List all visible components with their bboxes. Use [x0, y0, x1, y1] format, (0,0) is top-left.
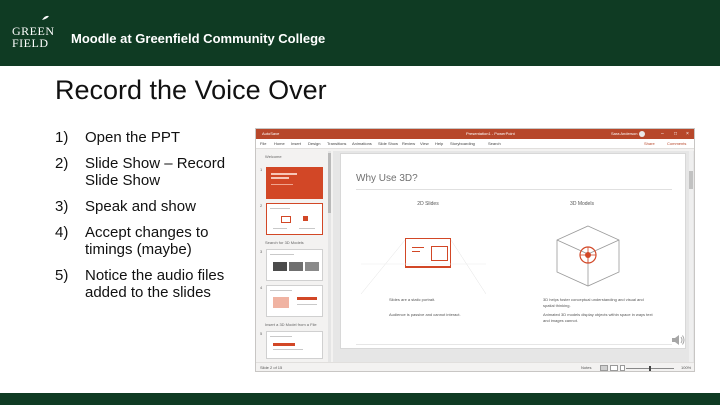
- slide-thumbnail-selected: [266, 203, 323, 235]
- logo-leaf-icon: [42, 15, 49, 20]
- step-text: Notice the audio files added to the slid…: [85, 267, 225, 301]
- page-title: Record the Voice Over: [55, 75, 327, 105]
- list-item: 4) Accept changes to timings (maybe): [55, 224, 240, 258]
- header-band: GREEN FIELD Moodle at Greenfield Communi…: [0, 0, 720, 66]
- slide-title-rule: [356, 189, 672, 190]
- col2-text-2: Animated 3D models display objects withi…: [543, 312, 653, 323]
- ppt-share-label: Share: [644, 141, 655, 146]
- thumb-section-label: Welcome: [265, 154, 282, 159]
- ppt-tab-home: Home: [274, 141, 285, 146]
- slide-thumbnail: [266, 331, 323, 359]
- ppt-thumbnail-pane: Welcome 1 2 Search for 3D Models 3 4 Ins…: [258, 151, 328, 362]
- speaker-icon: [672, 335, 685, 345]
- ppt-file-name: Presentation1 - PowerPoint: [466, 131, 515, 136]
- minimize-icon: –: [661, 131, 664, 137]
- ppt-tab-design: Design: [308, 141, 321, 146]
- step-number: 5): [55, 267, 69, 284]
- col2-text-1: 3D helps foster conceptual understanding…: [543, 297, 644, 308]
- header-title: Moodle at Greenfield Community College: [71, 31, 326, 46]
- ppt-comments-label: Comments: [667, 141, 687, 146]
- step-text: Open the PPT: [85, 129, 181, 146]
- logo-line-2: FIELD: [12, 36, 49, 50]
- ppt-tab-file: File: [260, 141, 267, 146]
- thumb-section-label: Insert a 3D Model from a File: [265, 322, 317, 327]
- cube-3d-icon: [556, 225, 620, 287]
- ppt-ribbon-tabs: File Home Insert Design Transitions Anim…: [256, 139, 694, 149]
- maximize-icon: □: [674, 131, 678, 137]
- thumb-section-label: Search for 3D Models: [265, 240, 304, 245]
- avatar: [639, 131, 645, 137]
- ppt-tab-storyboarding: Storyboarding: [450, 141, 475, 146]
- list-item: 1) Open the PPT: [55, 129, 240, 146]
- thumb-number: 3: [260, 249, 263, 254]
- ppt-tab-transitions: Transitions: [327, 141, 347, 146]
- thumb-number: 1: [260, 167, 263, 172]
- ppt-status-bar: Slide 2 of 15 Notes 100%: [256, 362, 694, 371]
- slide-thumbnail: [266, 167, 323, 199]
- thumb-number: 5: [260, 331, 263, 336]
- current-slide: Why Use 3D? 2D Slides 3D Models Slides a…: [340, 153, 686, 349]
- list-item: 3) Speak and show: [55, 198, 240, 215]
- ppt-tab-review: Review: [402, 141, 416, 146]
- ppt-tab-animations: Animations: [352, 141, 372, 146]
- reading-view-icon: [620, 365, 625, 371]
- ppt-tab-insert: Insert: [291, 141, 302, 146]
- slide-counter: Slide 2 of 15: [260, 365, 283, 370]
- thumb-number: 4: [260, 285, 263, 290]
- steps-list: 1) Open the PPT 2) Slide Show – Record Sli…: [55, 129, 240, 310]
- ppt-tab-help: Help: [435, 141, 444, 146]
- list-item: 2) Slide Show – Record Slide Show: [55, 155, 240, 189]
- zoom-slider-knob: [649, 366, 651, 371]
- thumb-number: 2: [260, 203, 263, 208]
- notes-label: Notes: [581, 365, 592, 370]
- ppt-tab-view: View: [420, 141, 429, 146]
- canvas-scrollbar-thumb: [689, 171, 693, 189]
- sorter-view-icon: [610, 365, 618, 371]
- footer-band: [0, 393, 720, 405]
- zoom-level: 100%: [681, 365, 692, 370]
- step-number: 2): [55, 155, 69, 172]
- college-logo: GREEN FIELD: [12, 15, 58, 51]
- col1-text-1: Slides are a static portrait.: [389, 297, 436, 302]
- step-text: Slide Show – Record Slide Show: [85, 155, 226, 189]
- slide-bottom-rule: [356, 344, 672, 345]
- ppt-quick-access: AutoSave: [262, 131, 280, 136]
- list-item: 5) Notice the audio files added to the sl…: [55, 267, 240, 301]
- powerpoint-screenshot: AutoSave Presentation1 - PowerPoint Sara…: [255, 128, 695, 372]
- ppt-tab-search: Search: [488, 141, 501, 146]
- slide-heading: Why Use 3D?: [356, 173, 418, 184]
- col1-text-2: Audience is passive and cannot interact.: [389, 312, 461, 317]
- ppt-user-name: Sara Anderson: [611, 131, 638, 136]
- col2-heading: 3D Models: [570, 201, 594, 207]
- flat-slide-perspective-lines: [361, 239, 486, 294]
- col1-heading: 2D Slides: [417, 201, 439, 207]
- step-number: 1): [55, 129, 69, 146]
- slide-thumbnail: [266, 285, 323, 317]
- step-text: Accept changes to timings (maybe): [85, 224, 209, 258]
- step-text: Speak and show: [85, 198, 196, 215]
- step-number: 3): [55, 198, 69, 215]
- ppt-tab-slideshow: Slide Show: [378, 141, 399, 146]
- ppt-title-bar: AutoSave Presentation1 - PowerPoint Sara…: [256, 129, 694, 139]
- step-number: 4): [55, 224, 69, 241]
- slide-thumbnail: [266, 249, 323, 281]
- normal-view-icon: [600, 365, 608, 371]
- close-icon: ×: [686, 131, 689, 137]
- thumbnail-scrollbar-thumb: [328, 153, 331, 213]
